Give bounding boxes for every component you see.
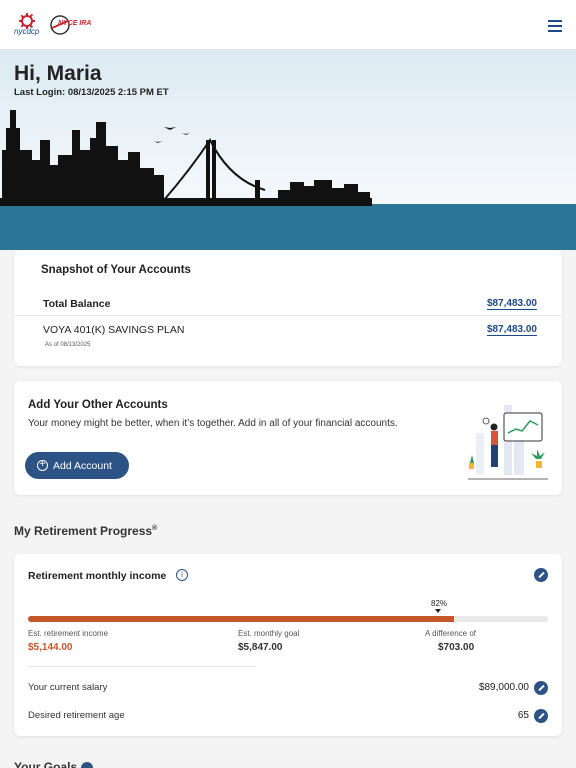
difference-value: $703.00 [438, 642, 475, 653]
retirement-income-title: Retirement monthly income [28, 570, 167, 582]
retirement-income-card: Retirement monthly income i 82% Est. ret… [14, 554, 562, 736]
total-balance-value[interactable]: $87,483.00 [486, 298, 537, 310]
plus-circle-icon: + [37, 460, 48, 471]
nyce-ira-logo[interactable]: NYCE IRA [49, 14, 91, 36]
monthly-goal-label: Est. monthly goal [238, 629, 300, 638]
nycdcp-logo[interactable]: nycdcp [14, 13, 39, 36]
greeting-heading: Hi, Maria [14, 62, 102, 85]
retirement-age-value: 65 [517, 710, 529, 721]
hero-water [0, 204, 576, 250]
monthly-goal-value: $5,847.00 [238, 642, 283, 653]
menu-line [548, 20, 562, 22]
total-balance-row: Total Balance $87,483.00 [14, 294, 562, 316]
info-icon[interactable]: i [176, 569, 188, 581]
current-salary-value: $89,000.00 [478, 682, 529, 693]
account-balance-link[interactable]: $87,483.00 [486, 324, 537, 336]
nycdcp-logo-text: nycdcp [14, 27, 40, 36]
snapshot-title: Snapshot of Your Accounts [41, 264, 191, 276]
add-accounts-description: Your money might be better, when it’s to… [28, 418, 398, 429]
retirement-progress-heading: My Retirement Progress® [14, 524, 157, 538]
current-salary-label: Your current salary [28, 682, 108, 693]
retirement-progress-heading-text: My Retirement Progress [14, 524, 153, 538]
registered-mark: ® [152, 525, 158, 532]
retirement-age-label: Desired retirement age [28, 710, 125, 721]
goals-heading-text: Your Goals [14, 760, 78, 768]
finance-illustration [468, 405, 548, 480]
menu-line [548, 25, 562, 27]
add-accounts-title: Add Your Other Accounts [28, 399, 168, 411]
add-accounts-card: Add Your Other Accounts Your money might… [14, 381, 562, 495]
goals-info-icon[interactable] [81, 761, 94, 768]
hamburger-menu-icon[interactable] [548, 20, 562, 32]
account-name: VOYA 401(K) SAVINGS PLAN [43, 324, 185, 336]
est-income-label: Est. retirement income [28, 629, 109, 638]
top-bar: nycdcp NYCE IRA [0, 0, 576, 50]
edit-salary-icon[interactable] [534, 681, 548, 695]
progress-bar-fill [28, 616, 455, 622]
hero-banner: Hi, Maria Last Login: 08/13/2025 2:15 PM… [0, 50, 576, 250]
account-as-of-date: As of 08/13/2025 [45, 342, 91, 348]
edit-income-icon[interactable] [534, 568, 548, 582]
progress-marker-icon [435, 609, 441, 613]
city-skyline-illustration [0, 110, 372, 206]
snapshot-card: Snapshot of Your Accounts Total Balance … [14, 250, 562, 366]
total-balance-label: Total Balance [43, 298, 111, 310]
nyce-ira-logo-text: NYCE IRA [58, 20, 92, 27]
last-login-text: Last Login: 08/13/2025 2:15 PM ET [14, 87, 169, 98]
edit-retirement-age-icon[interactable] [534, 709, 548, 723]
difference-label: A difference of [425, 629, 476, 638]
add-account-button-label: Add Account [53, 459, 112, 472]
menu-line [548, 30, 562, 32]
est-income-value: $5,144.00 [28, 642, 73, 653]
divider [28, 666, 256, 667]
progress-percent-label: 82% [431, 599, 448, 608]
progress-bar-track [28, 616, 548, 622]
goals-heading: Your Goals [14, 760, 94, 768]
add-account-button[interactable]: + Add Account [25, 452, 129, 479]
